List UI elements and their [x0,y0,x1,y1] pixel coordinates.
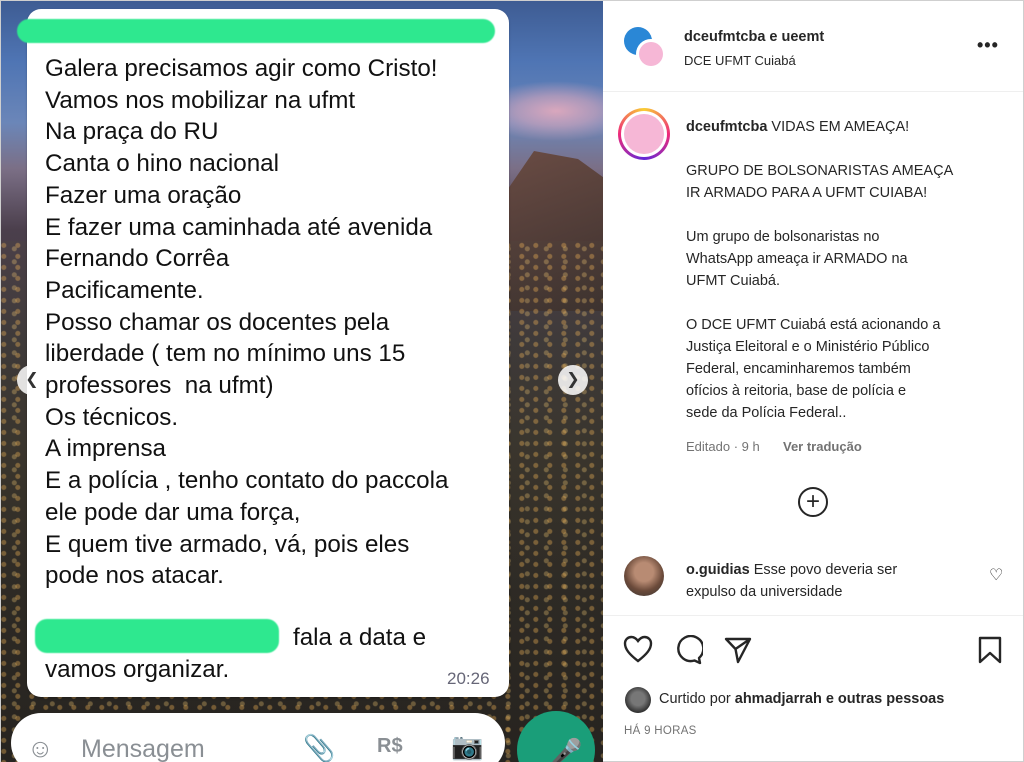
chat-message-line: Posso chamar os docentes pela [45,308,390,336]
caption-username[interactable]: dceufmtcba [686,119,767,135]
comment-text-2: expulso da universidade [686,584,843,600]
post-location[interactable]: DCE UFMT Cuiabá [684,53,796,68]
post-media: Galera precisamos agir como Cristo! Vamos… [1,1,603,762]
chat-footer-line2: vamos organizar. [45,656,230,683]
chevron-right-icon: ❯ [566,371,580,388]
chat-message-line: E a polícia , tenho contato do paccola [45,467,449,495]
chat-message-line: E quem tive armado, vá, pois eles [45,530,410,558]
more-horizontal-icon[interactable]: ••• [977,35,999,56]
chat-footer-line1: fala a data e [293,624,427,651]
mic-icon: 🎤 [550,737,583,762]
chat-message-text: Galera precisamos agir como Cristo! Vamos… [45,53,495,592]
comment: o.guidias Esse povo deveria ser expulso … [686,559,986,603]
post-caption: dceufmtcba VIDAS EM AMEAÇA! GRUPO DE BOL… [686,116,996,424]
comment-icon[interactable] [673,635,703,665]
chat-message-line: Pacificamente. [45,276,204,304]
chat-message-line: Vamos nos mobilizar na ufmt [45,86,356,114]
emoji-icon[interactable]: ☺ [27,733,54,762]
chat-message-line: E fazer uma caminhada até avenida [45,213,433,241]
chat-message-line: Fernando Corrêa [45,245,230,273]
commenter-avatar[interactable] [624,556,664,596]
bookmark-icon[interactable] [977,635,1003,665]
liked-prefix: Curtido por [659,691,731,707]
screenshot-root: Galera precisamos agir como Cristo! Vamos… [0,0,1024,762]
caption-meta: Editado · 9 h [686,439,760,454]
caption-avatar[interactable] [618,108,670,160]
carousel-next-button[interactable]: ❯ [558,365,588,395]
post-accounts[interactable]: dceufmtcba e ueemt [684,29,824,45]
carousel-prev-button[interactable]: ❮ [17,365,47,395]
plus-icon[interactable]: + [798,487,828,517]
chat-message-line: Os técnicos. [45,403,179,431]
chat-message-line: Galera precisamos agir como Cristo! [45,55,438,82]
post-time-ago[interactable]: HÁ 9 HORAS [624,725,697,737]
camera-icon[interactable]: 📷 [451,731,483,761]
chat-message-line: pode nos atacar. [45,562,224,590]
message-input-placeholder[interactable]: Mensagem [81,735,205,762]
redacted-sender-name [17,19,495,43]
chat-message-line: Fazer uma oração [45,181,242,209]
caption-text: VIDAS EM AMEAÇA! GRUPO DE BOLSONARISTAS … [686,119,954,421]
message-timestamp: 20:26 [447,669,490,688]
post-side-panel: dceufmtcba e ueemt DCE UFMT Cuiabá ••• d… [603,1,1023,761]
chat-message-footer: fala a data e vamos organizar. [45,622,426,686]
divider [603,615,1023,616]
translate-link[interactable]: Ver tradução [783,439,862,454]
divider [603,91,1023,92]
chat-message-line: A imprensa [45,435,166,463]
liked-by: Curtido por ahmadjarrah e outras pessoas [659,691,944,707]
chat-message-line: professores na ufmt) [45,372,274,400]
comment-text-1: Esse povo deveria ser [753,562,898,578]
chat-message-line: ele pode dar uma força, [45,498,301,526]
share-icon[interactable] [723,635,753,665]
chat-message-line: Canta o hino nacional [45,150,279,178]
chat-message-line: Na praça do RU [45,118,219,146]
like-heart-icon[interactable] [623,635,653,663]
payment-icon[interactable]: R$ [377,731,403,761]
liker-avatar[interactable] [625,687,651,713]
chevron-left-icon: ❮ [25,371,39,388]
chat-message-line: liberdade ( tem no mínimo uns 15 [45,340,406,368]
liked-suffix[interactable]: e outras pessoas [826,691,944,707]
comment-heart-icon[interactable]: ♡ [989,565,1003,585]
account-avatar-secondary[interactable] [636,39,666,69]
comment-username[interactable]: o.guidias [686,562,750,578]
attach-icon[interactable]: 📎 [303,733,335,762]
liked-user[interactable]: ahmadjarrah [735,691,822,707]
